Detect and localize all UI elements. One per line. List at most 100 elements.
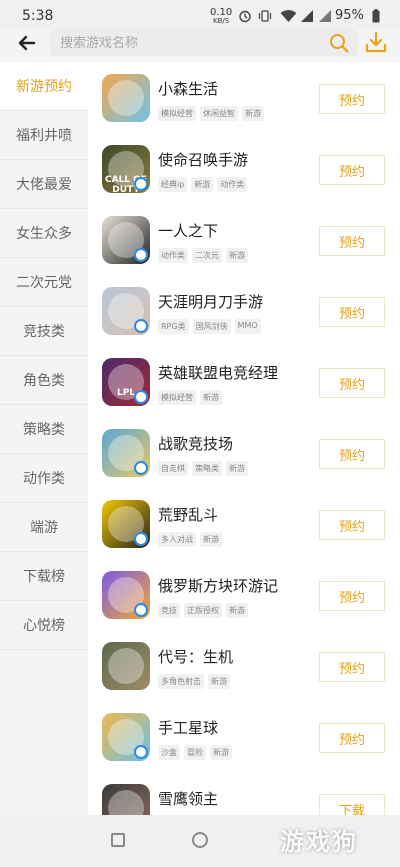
game-row[interactable]: 雪鹰领主 下载 xyxy=(88,772,400,815)
sidebar-item[interactable]: 新游预约 xyxy=(0,62,88,111)
alarm-icon xyxy=(239,10,251,23)
reserve-button[interactable]: 预约 xyxy=(319,510,385,540)
game-icon[interactable] xyxy=(102,429,150,477)
download-icon[interactable] xyxy=(364,30,388,56)
game-row[interactable]: 手工星球沙盒 冒险 新游 预约 xyxy=(88,701,400,772)
game-icon[interactable]: LPL xyxy=(102,358,150,406)
platform-badge-icon xyxy=(134,532,148,546)
game-icon[interactable] xyxy=(102,713,150,761)
sidebar-item[interactable]: 女生众多 xyxy=(0,209,88,258)
search-icon[interactable] xyxy=(328,32,350,54)
game-row[interactable]: LPL 英雄联盟电竞经理 模拟经营 新游 预约 xyxy=(88,346,400,417)
game-name[interactable]: 雪鹰领主 xyxy=(158,788,218,809)
game-icon[interactable]: CALL OF DUTY xyxy=(102,145,150,193)
search-header xyxy=(0,30,400,60)
game-tag: 新游 xyxy=(242,106,264,121)
game-tags: 沙盒 冒险 新游 xyxy=(158,745,232,760)
game-tags: 模拟经营 休闲益智 新游 xyxy=(158,106,264,121)
game-row[interactable]: 荒野乱斗多人对战 新游 预约 xyxy=(88,488,400,559)
game-icon[interactable] xyxy=(102,571,150,619)
game-icon[interactable] xyxy=(102,74,150,122)
game-tag: 策略类 xyxy=(192,461,222,476)
game-name[interactable]: 英雄联盟电竞经理 xyxy=(158,362,278,383)
game-row[interactable]: 天涯明月刀手游 RPG类 国风剑侠 MMO 预约 xyxy=(88,275,400,346)
sidebar-item[interactable]: 端游 xyxy=(0,503,88,552)
battery-icon xyxy=(372,9,380,23)
platform-badge-icon xyxy=(134,745,148,759)
game-row[interactable]: 小森生活模拟经营 休闲益智 新游 预约 xyxy=(88,62,400,133)
game-name[interactable]: 天涯明月刀手游 xyxy=(158,291,263,312)
game-row[interactable]: 战歌竞技场自走棋 策略类 新游 预约 xyxy=(88,417,400,488)
reserve-button[interactable]: 预约 xyxy=(319,439,385,469)
sidebar-item[interactable]: 心悦榜 xyxy=(0,601,88,650)
game-name[interactable]: 荒野乱斗 xyxy=(158,504,218,525)
icon-artwork xyxy=(108,790,144,815)
reserve-button[interactable]: 预约 xyxy=(319,155,385,185)
game-list: 小森生活 模拟经营 休闲益智 新游 预约 CALL OF DUTY 使命召唤手游 经典ip 新游… xyxy=(88,62,400,815)
sidebar-item[interactable]: 大佬最爱 xyxy=(0,160,88,209)
game-name[interactable]: 使命召唤手游 xyxy=(158,149,248,170)
game-tag: 新游 xyxy=(226,248,248,263)
sidebar-item[interactable]: 策略类 xyxy=(0,405,88,454)
icon-artwork xyxy=(108,80,144,116)
game-tag: 新游 xyxy=(191,177,214,192)
reserve-button[interactable]: 预约 xyxy=(319,652,385,682)
search-bar[interactable] xyxy=(50,30,358,56)
download-button[interactable]: 下载 xyxy=(319,794,385,815)
game-tag: 多角色射击 xyxy=(158,674,204,689)
reserve-button[interactable]: 预约 xyxy=(319,226,385,256)
reserve-button[interactable]: 预约 xyxy=(319,368,385,398)
game-tag: 自走棋 xyxy=(158,461,188,476)
home-button[interactable] xyxy=(192,832,208,848)
back-arrow-icon[interactable] xyxy=(14,30,40,56)
icon-artwork xyxy=(108,648,144,684)
platform-badge-icon xyxy=(134,603,148,617)
game-icon[interactable] xyxy=(102,500,150,548)
game-name[interactable]: 代号：生机 xyxy=(158,646,233,667)
sidebar-item[interactable]: 角色类 xyxy=(0,356,88,405)
game-row[interactable]: CALL OF DUTY 使命召唤手游经典ip 新游 动作类 预约 xyxy=(88,133,400,204)
game-tag: 动作类 xyxy=(217,177,248,192)
sidebar-item[interactable]: 二次元党 xyxy=(0,258,88,307)
game-tag: 新游 xyxy=(226,603,248,618)
game-icon[interactable] xyxy=(102,287,150,335)
watermark: 游戏狗 xyxy=(280,828,358,856)
platform-badge-icon xyxy=(134,461,148,475)
game-name[interactable]: 手工星球 xyxy=(158,717,218,738)
sidebar-item[interactable]: 动作类 xyxy=(0,454,88,503)
game-icon[interactable] xyxy=(102,784,150,815)
game-name[interactable]: 俄罗斯方块环游记 xyxy=(158,575,278,596)
platform-badge-icon xyxy=(134,319,148,333)
platform-badge-icon xyxy=(134,177,148,191)
reserve-button[interactable]: 预约 xyxy=(319,723,385,753)
game-row[interactable]: 一人之下动作类 二次元 新游 预约 xyxy=(88,204,400,275)
game-row[interactable]: 代号：生机 多角色射击 新游 预约 xyxy=(88,630,400,701)
game-name[interactable]: 战歌竞技场 xyxy=(158,433,233,454)
game-row[interactable]: 俄罗斯方块环游记 竞技 正版授权 新游 预约 xyxy=(88,559,400,630)
game-tag: 冒险 xyxy=(184,745,206,760)
net-speed-unit: KB/S xyxy=(213,17,230,25)
sidebar-item[interactable]: 竞技类 xyxy=(0,307,88,356)
search-input[interactable] xyxy=(60,30,320,56)
wifi-icon xyxy=(280,10,297,22)
signal-2-icon xyxy=(319,10,331,22)
game-tag: 新游 xyxy=(200,532,222,547)
reserve-button[interactable]: 预约 xyxy=(319,581,385,611)
game-tag: MMO xyxy=(234,319,261,334)
game-name[interactable]: 小森生活 xyxy=(158,78,218,99)
sidebar-item[interactable]: 下载榜 xyxy=(0,552,88,601)
game-tags: 自走棋 策略类 新游 xyxy=(158,461,248,476)
game-icon[interactable] xyxy=(102,642,150,690)
game-icon[interactable] xyxy=(102,216,150,264)
sidebar-item[interactable]: 福利井喷 xyxy=(0,111,88,160)
game-name[interactable]: 一人之下 xyxy=(158,220,218,241)
game-tags: 多人对战 新游 xyxy=(158,532,222,547)
game-tag: 经典ip xyxy=(158,177,188,192)
category-sidebar: 新游预约 福利井喷 大佬最爱 女生众多 二次元党 竞技类 角色类 策略类 动作类 端游 下载榜 心悦榜 xyxy=(0,62,88,652)
reserve-button[interactable]: 预约 xyxy=(319,297,385,327)
platform-badge-icon xyxy=(134,248,148,262)
game-tags: 动作类 二次元 新游 xyxy=(158,248,248,263)
game-tag: 动作类 xyxy=(158,248,188,263)
recents-button[interactable] xyxy=(111,833,125,847)
reserve-button[interactable]: 预约 xyxy=(319,84,385,114)
